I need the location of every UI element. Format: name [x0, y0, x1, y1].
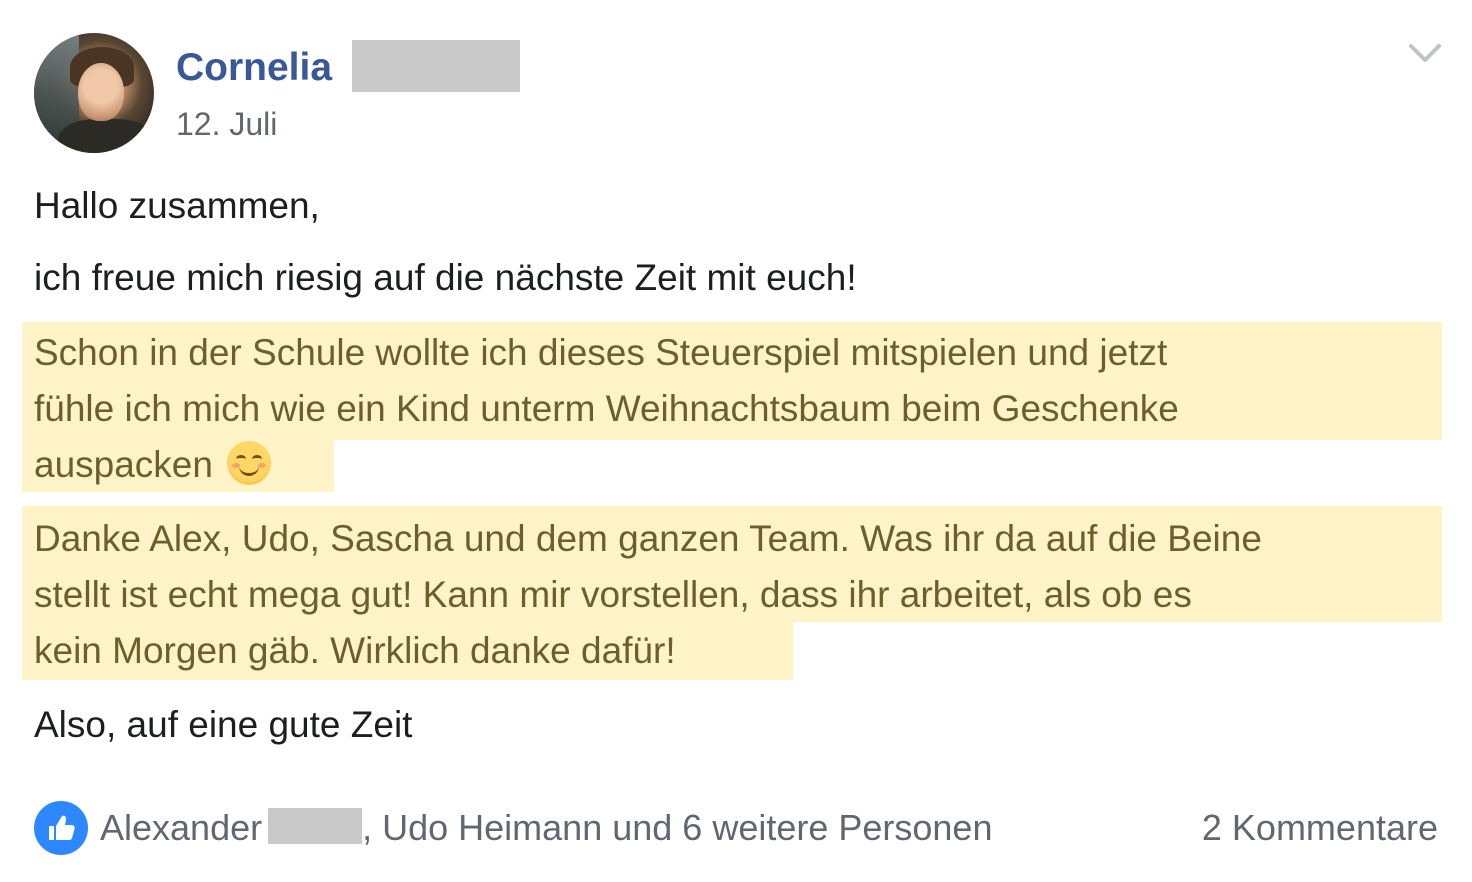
redacted-surname: [352, 40, 520, 92]
highlight-1-line-3-text: auspacken: [34, 444, 213, 485]
redacted-reactor-surname: [268, 808, 363, 844]
post-options-chevron-icon[interactable]: [1404, 36, 1446, 72]
comments-count-link[interactable]: 2 Kommentare: [1202, 804, 1438, 852]
post-greeting: Hallo zusammen,: [34, 185, 320, 226]
smiling-face-emoji-icon: [226, 441, 271, 485]
highlight-2-line-2: stellt ist echt mega gut! Kann mir vorst…: [34, 574, 1192, 615]
reactors-rest[interactable]: , Udo Heimann und 6 weitere Personen: [362, 807, 992, 848]
author-name-link[interactable]: Cornelia: [176, 44, 332, 92]
highlight-1-line-2: fühle ich mich wie ein Kind unterm Weihn…: [34, 388, 1179, 429]
reactor-first-name[interactable]: Alexander: [100, 807, 262, 848]
reactors-summary[interactable]: Alexander , Udo Heimann und 6 weitere Per…: [100, 804, 992, 852]
highlight-1-line-3: auspacken: [34, 437, 271, 493]
post-card: Cornelia 12. Juli Hallo zusammen, ich fr…: [0, 0, 1472, 882]
author-avatar[interactable]: [34, 33, 154, 153]
highlight-2-line-1: Danke Alex, Udo, Sascha und dem ganzen T…: [34, 518, 1262, 559]
highlight-1-line-1: Schon in der Schule wollte ich dieses St…: [34, 332, 1168, 373]
highlight-2-line-3: kein Morgen gäb. Wirklich danke dafür!: [34, 630, 676, 671]
post-line-1: ich freue mich riesig auf die nächste Ze…: [34, 257, 857, 298]
post-closing: Also, auf eine gute Zeit: [34, 704, 413, 745]
like-reaction-icon[interactable]: [34, 801, 88, 855]
post-date-link[interactable]: 12. Juli: [176, 104, 277, 144]
